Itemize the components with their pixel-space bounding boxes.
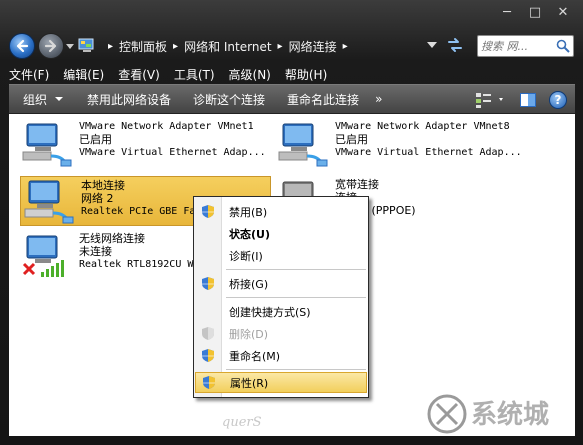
toolbar-right: ? [469, 85, 575, 115]
adapter-device: VMware Virtual Ethernet Adap... [335, 147, 522, 158]
organize-button[interactable]: 组织 [9, 84, 71, 114]
minimize-button[interactable]: ─ [493, 4, 521, 22]
adapter-name: VMware Network Adapter VMnet1 [79, 121, 254, 132]
breadcrumb-separator[interactable]: ▸ [108, 41, 113, 52]
menu-separator [226, 269, 366, 270]
adapter-item-wireless[interactable]: 无线网络连接 未连接 Realtek RTL8192CU W [19, 232, 193, 282]
adapter-device: VMware Virtual Ethernet Adap... [79, 147, 266, 158]
context-menu: 禁用(B) 状态(U) 诊断(I) 桥接(G) 创建快捷方式(S) 删除(D) … [193, 196, 369, 398]
breadcrumb-control-panel[interactable]: 控制面板 [119, 38, 167, 55]
disable-device-button[interactable]: 禁用此网络设备 [71, 84, 179, 114]
control-panel-icon [78, 38, 96, 54]
toolbar: 组织 禁用此网络设备 诊断这个连接 重命名此连接 » ? [9, 84, 575, 114]
forward-arrow-icon [44, 39, 57, 53]
menu-help[interactable]: 帮助(H) [285, 66, 327, 83]
history-dropdown-icon[interactable] [66, 44, 74, 49]
site-watermark: 系统城 [425, 389, 575, 439]
uac-shield-icon [202, 349, 214, 362]
watermark-logo-icon: 系统城 [427, 394, 549, 434]
menu-item-bridge[interactable]: 桥接(G) [195, 273, 367, 294]
menu-file[interactable]: 文件(F) [9, 66, 49, 83]
help-icon[interactable]: ? [549, 91, 567, 109]
menu-item-status[interactable]: 状态(U) [195, 223, 367, 244]
menu-item-create-shortcut[interactable]: 创建快捷方式(S) [195, 301, 367, 322]
menu-advanced[interactable]: 高级(N) [229, 66, 271, 83]
menu-item-label: 状态(U) [229, 227, 270, 241]
signature-watermark: querS [222, 415, 262, 430]
rename-button[interactable]: 重命名此连接 [273, 84, 367, 114]
svg-text:系统城: 系统城 [471, 399, 549, 430]
menu-view[interactable]: 查看(V) [118, 66, 160, 83]
uac-shield-icon [202, 327, 214, 340]
adapter-status: 网络 2 [81, 192, 114, 205]
breadcrumb-network-internet[interactable]: 网络和 Internet [184, 38, 271, 55]
menu-item-label: 属性(R) [230, 376, 269, 390]
uac-shield-icon [202, 205, 214, 218]
menu-item-label: 删除(D) [229, 327, 269, 341]
back-arrow-icon [16, 39, 29, 53]
breadcrumb-separator[interactable]: ▸ [343, 41, 348, 52]
breadcrumb-network-connections[interactable]: 网络连接 [289, 38, 337, 55]
menu-bar: 文件(F) 编辑(E) 查看(V) 工具(T) 高级(N) 帮助(H) [9, 64, 575, 84]
network-adapter-icon [19, 120, 75, 170]
menu-item-label: 创建快捷方式(S) [229, 305, 311, 319]
adapter-item-vmnet8[interactable]: VMware Network Adapter VMnet8 已启用 VMware… [275, 120, 522, 170]
uac-shield-icon [203, 376, 215, 389]
change-view-icon[interactable] [475, 91, 507, 109]
wireless-adapter-icon [19, 232, 75, 282]
preview-pane-icon[interactable] [519, 91, 537, 109]
search-icon[interactable] [556, 39, 570, 53]
adapter-item-vmnet1[interactable]: VMware Network Adapter VMnet1 已启用 VMware… [19, 120, 266, 170]
organize-label: 组织 [23, 92, 48, 107]
breadcrumb-separator[interactable]: ▸ [173, 41, 178, 52]
caption-buttons: ─ □ ✕ [493, 4, 577, 22]
search-box[interactable] [477, 35, 574, 57]
network-connections-window: ─ □ ✕ ▸ 控制面板 ▸ 网络和 Internet ▸ 网络连接 ▸ 搜索 … [0, 0, 583, 445]
back-button[interactable] [9, 33, 35, 59]
menu-item-delete[interactable]: 删除(D) [195, 323, 367, 344]
adapter-name: VMware Network Adapter VMnet8 [335, 121, 510, 132]
uac-shield-icon [202, 277, 214, 290]
adapter-name: 本地连接 [81, 179, 125, 192]
adapter-name: 无线网络连接 [79, 232, 145, 245]
menu-edit[interactable]: 编辑(E) [63, 66, 104, 83]
close-button[interactable]: ✕ [549, 4, 577, 22]
adapter-device: Realtek RTL8192CU W [79, 259, 194, 270]
adapter-device: Realtek PCIe GBE Fa [81, 206, 196, 217]
menu-tools[interactable]: 工具(T) [174, 66, 215, 83]
menu-separator [226, 297, 366, 298]
search-input[interactable] [481, 38, 553, 54]
menu-item-rename[interactable]: 重命名(M) [195, 345, 367, 366]
diagnose-button[interactable]: 诊断这个连接 [179, 84, 273, 114]
adapter-status: 已启用 [79, 133, 112, 146]
forward-button[interactable] [38, 33, 64, 59]
chevron-down-icon [55, 97, 64, 101]
adapter-name: 宽带连接 [335, 178, 379, 191]
network-adapter-icon [275, 120, 331, 170]
address-dropdown-icon[interactable] [427, 42, 437, 48]
menu-item-disable[interactable]: 禁用(B) [195, 201, 367, 222]
menu-item-label: 禁用(B) [229, 205, 268, 219]
menu-separator [226, 369, 366, 370]
maximize-button[interactable]: □ [521, 4, 549, 22]
breadcrumb-separator[interactable]: ▸ [278, 41, 283, 52]
menu-item-label: 重命名(M) [229, 349, 281, 363]
refresh-icon[interactable] [446, 37, 464, 53]
menu-item-label: 诊断(I) [229, 249, 263, 263]
network-adapter-icon [21, 177, 77, 227]
breadcrumb: ▸ 控制面板 ▸ 网络和 Internet ▸ 网络连接 ▸ [78, 35, 468, 57]
toolbar-overflow-button[interactable]: » [367, 84, 390, 114]
menu-item-diagnose[interactable]: 诊断(I) [195, 245, 367, 266]
menu-item-properties[interactable]: 属性(R) [195, 372, 367, 393]
adapter-status: 已启用 [335, 133, 368, 146]
adapter-status: 未连接 [79, 245, 112, 258]
menu-item-label: 桥接(G) [229, 277, 269, 291]
